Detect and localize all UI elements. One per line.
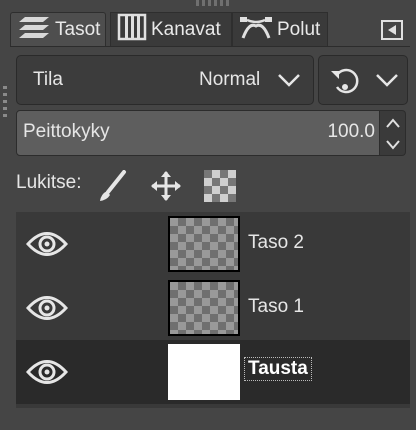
layers-list[interactable]: Taso 2 Taso 1 Tausta — [16, 212, 410, 408]
composite-mode-button[interactable] — [318, 55, 408, 105]
lock-position-icon[interactable] — [150, 170, 182, 207]
layer-thumbnail — [168, 344, 240, 400]
opacity-spinscale[interactable]: Peittokyky 100.0 — [16, 110, 408, 156]
layer-row-selected[interactable]: Tausta — [16, 340, 410, 404]
paths-icon — [233, 14, 277, 46]
lock-pixels-icon[interactable] — [98, 170, 128, 207]
panel-menu-icon — [381, 20, 403, 40]
tab-channels-label: Kanavat — [151, 18, 221, 40]
opacity-field[interactable]: Peittokyky 100.0 — [16, 110, 380, 156]
tab-layers-label: Tasot — [55, 18, 101, 40]
reset-icon — [329, 65, 361, 102]
tab-menu-button[interactable] — [378, 16, 406, 44]
layer-row[interactable]: Taso 2 — [16, 212, 410, 276]
dock-tab-bar: Tasot Kanavat Polut — [10, 6, 410, 47]
layer-name[interactable]: Taso 1 — [248, 296, 304, 318]
eye-icon[interactable] — [25, 291, 69, 330]
opacity-stepper[interactable] — [380, 110, 406, 156]
layer-name[interactable]: Taso 2 — [248, 232, 304, 254]
opacity-value: 100.0 — [327, 121, 375, 142]
opacity-label: Peittokyky — [23, 121, 110, 142]
mode-value: Normal — [199, 69, 261, 90]
chevron-down-icon — [375, 71, 399, 94]
layer-thumbnail — [168, 280, 240, 336]
layer-row[interactable]: Taso 1 — [16, 276, 410, 340]
chevron-up-icon — [386, 118, 400, 128]
chevron-down-icon — [386, 140, 400, 150]
mode-select[interactable]: Tila Normal — [16, 55, 314, 105]
lock-label: Lukitse: — [16, 172, 82, 193]
eye-icon[interactable] — [25, 227, 69, 266]
layers-icon — [11, 14, 55, 46]
tab-paths-label: Polut — [277, 18, 321, 40]
panel-grip-side[interactable] — [3, 86, 7, 120]
lock-alpha-icon[interactable] — [204, 170, 236, 207]
mode-label: Tila — [33, 69, 63, 90]
tab-channels[interactable]: Kanavat — [110, 12, 232, 46]
layer-thumbnail — [168, 216, 240, 272]
eye-icon[interactable] — [25, 355, 69, 394]
tab-paths[interactable]: Polut — [232, 12, 328, 46]
chevron-down-icon — [277, 71, 301, 94]
layer-name[interactable]: Tausta — [244, 357, 312, 381]
tab-layers[interactable]: Tasot — [10, 12, 106, 46]
channels-icon — [111, 13, 151, 47]
